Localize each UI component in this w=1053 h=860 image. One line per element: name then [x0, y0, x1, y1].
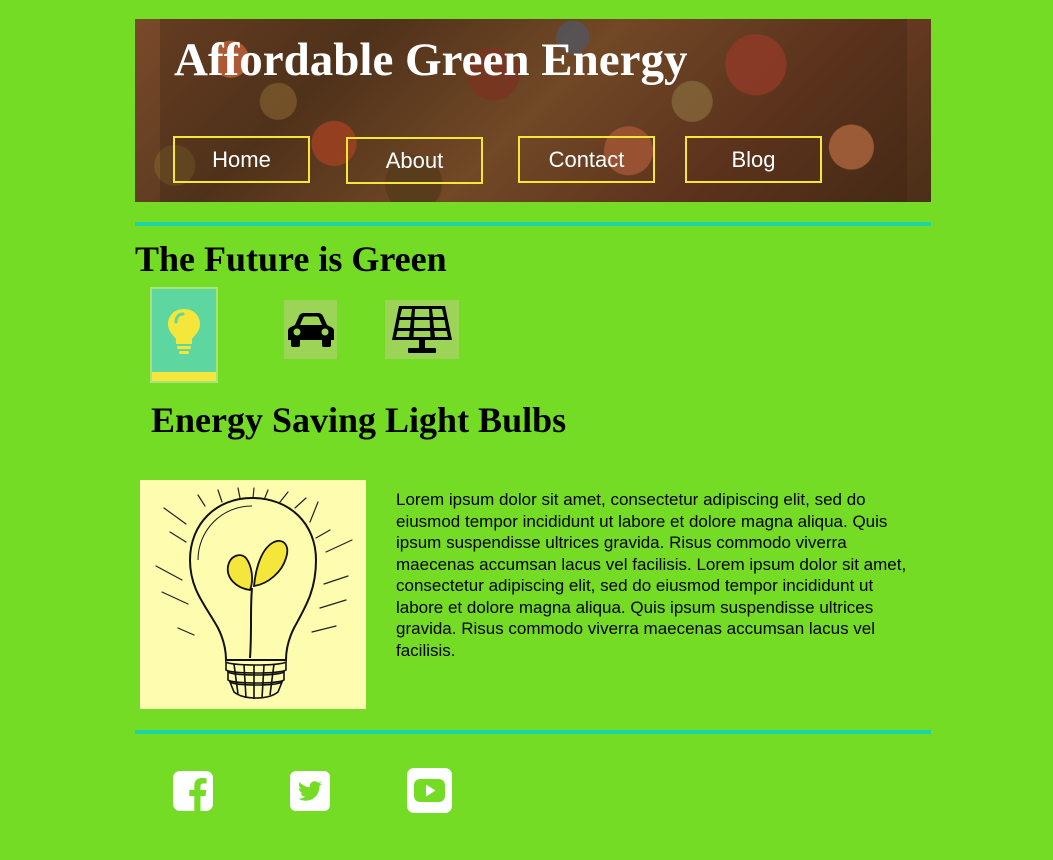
- lightbulb-sprout-illustration: [155, 487, 353, 699]
- article-image: [140, 480, 366, 709]
- nav-blog-label: Blog: [731, 146, 776, 172]
- article-title: Energy Saving Light Bulbs: [151, 400, 567, 440]
- facebook-icon: [173, 771, 213, 811]
- nav-contact-label: Contact: [548, 146, 625, 172]
- article-body: Lorem ipsum dolor sit amet, consectetur …: [396, 490, 907, 660]
- page-container: Affordable Green Energy Home About Conta…: [135, 19, 931, 813]
- car-icon: [287, 312, 334, 347]
- active-tab-indicator: [152, 372, 216, 381]
- nav-contact-button[interactable]: Contact: [518, 136, 655, 183]
- bottom-divider: [135, 730, 931, 734]
- site-title: Affordable Green Energy: [174, 34, 688, 86]
- nav-blog-button[interactable]: Blog: [685, 136, 822, 183]
- tab-solar-panel[interactable]: [385, 300, 459, 359]
- youtube-link[interactable]: [407, 768, 452, 813]
- nav-home-label: Home: [212, 146, 271, 172]
- nav-about-button[interactable]: About: [346, 137, 483, 184]
- youtube-icon: [407, 768, 452, 813]
- section-title: The Future is Green: [135, 239, 447, 279]
- tab-car[interactable]: [284, 300, 337, 359]
- tab-lightbulb[interactable]: [150, 287, 218, 383]
- nav-home-button[interactable]: Home: [173, 136, 310, 183]
- solar-panel-icon: [392, 305, 452, 353]
- lightbulb-icon: [168, 309, 200, 354]
- header-banner: Affordable Green Energy Home About Conta…: [135, 19, 931, 202]
- nav-about-label: About: [385, 147, 444, 173]
- twitter-icon: [290, 771, 330, 811]
- top-divider: [135, 222, 931, 226]
- twitter-link[interactable]: [290, 771, 330, 811]
- facebook-link[interactable]: [173, 771, 213, 811]
